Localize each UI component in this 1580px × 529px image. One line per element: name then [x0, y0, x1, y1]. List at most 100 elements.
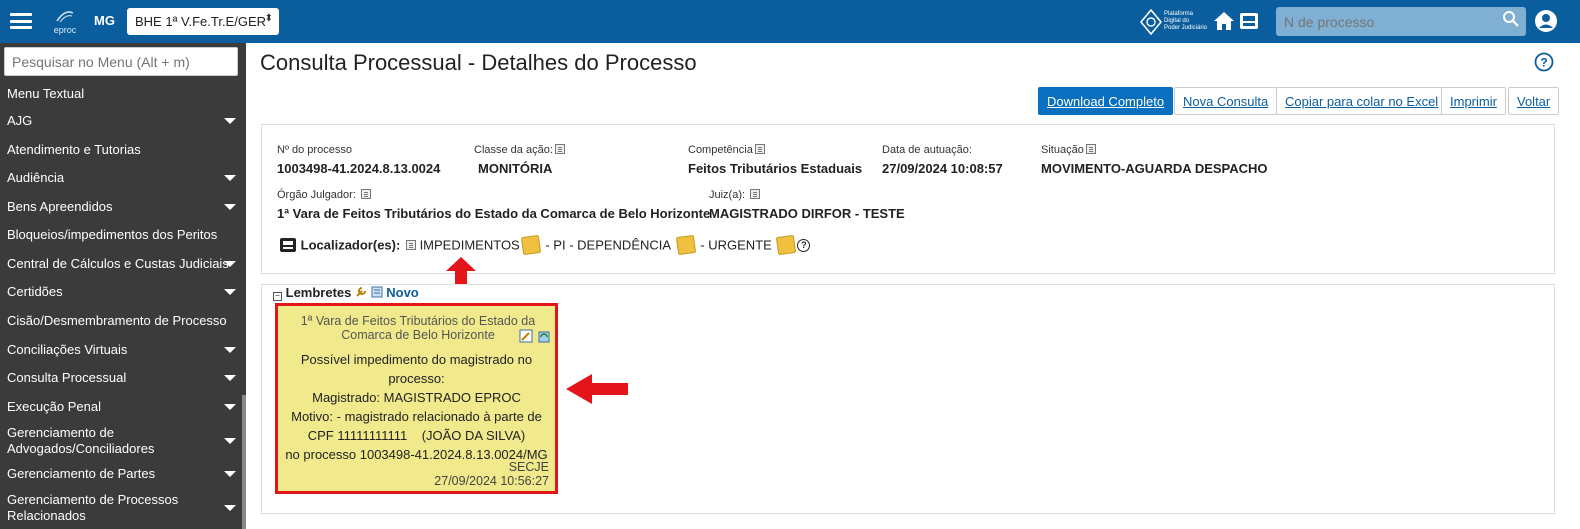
wrench-icon[interactable] [355, 286, 367, 298]
question-icon[interactable]: ? [797, 238, 811, 252]
eproc-logo[interactable]: eproc [50, 7, 80, 37]
reminder-timestamp: 27/09/2024 10:56:27 [434, 474, 549, 488]
juiz-label: Juiz(a): [709, 189, 761, 201]
caret-down-icon [224, 438, 236, 444]
sidebar-item-bloqueios[interactable]: Bloqueios/impedimentos dos Peritos [0, 227, 242, 243]
sidebar-item-label: Bloqueios/impedimentos dos Peritos [7, 227, 218, 242]
sidebar-item-label: Bens Apreendidos [7, 199, 113, 214]
collapse-icon[interactable]: − [273, 292, 282, 301]
lembretes-title: Lembretes [285, 285, 352, 300]
pdpj-logo[interactable]: Plataforma Digital do Poder Judiciário [1139, 8, 1210, 36]
data-autuacao-value: 27/09/2024 10:08:57 [882, 161, 1003, 176]
sidebar-item-atendimento[interactable]: Atendimento e Tutorias [0, 142, 242, 158]
sticky-note-icon[interactable] [520, 234, 541, 256]
note-icon[interactable] [554, 144, 565, 154]
sidebar-item-label: Audiência [7, 170, 65, 185]
process-number-search-input[interactable] [1276, 7, 1526, 36]
orgao-label: Órgão Julgador: [277, 189, 371, 201]
sidebar-scrollbar[interactable] [242, 395, 246, 529]
lembretes-header: − Lembretes Novo [273, 285, 419, 301]
sidebar: Menu Textual AJG Atendimento e Tutorias … [0, 43, 246, 529]
hamburger-menu-icon[interactable] [10, 13, 32, 29]
sidebar-item-consulta-processual[interactable]: Consulta Processual [0, 370, 242, 386]
reminder-line-4: Motivo: - magistrado relacionado à parte… [291, 409, 542, 424]
reminder-line-3: Magistrado: MAGISTRADO EPROC [312, 390, 521, 405]
juiz-value: MAGISTRADO DIRFOR - TESTE [709, 206, 905, 221]
sidebar-item-gerenciamento-partes[interactable]: Gerenciamento de Partes [0, 466, 242, 482]
menu-search-input[interactable] [4, 47, 238, 76]
situacao-value: MOVIMENTO-AGUARDA DESPACHO [1041, 161, 1268, 176]
note-icon[interactable] [405, 240, 416, 250]
caret-down-icon [224, 347, 236, 353]
edit-icon[interactable] [519, 329, 533, 343]
eproc-logo-text: eproc [53, 25, 77, 35]
situacao-label: Situação [1041, 144, 1096, 156]
reminder-footer: SECJE 27/09/2024 10:56:27 [434, 460, 549, 488]
page-title: Consulta Processual - Detalhes do Proces… [260, 50, 697, 75]
reminder-line-1: Possível impedimento do magistrado no [300, 352, 533, 367]
reminder-line-2: processo: [388, 371, 445, 386]
sidebar-item-label: Gerenciamento de Advogados/Conciliadores [7, 425, 155, 456]
reminder-line-5: CPF 11111111111 (JOÃO DA SILVA) [307, 428, 526, 443]
sidebar-item-certidoes[interactable]: Certidões [0, 284, 242, 300]
user-account-icon[interactable] [1534, 9, 1558, 33]
caret-down-icon [224, 471, 236, 477]
reminder-sector: SECJE [508, 460, 549, 474]
download-completo-button[interactable]: Download Completo [1038, 87, 1174, 115]
sidebar-item-label: Atendimento e Tutorias [7, 142, 141, 157]
reminder-note: 1ª Vara de Feitos Tributários do Estado … [275, 303, 558, 494]
caret-down-icon [224, 375, 236, 381]
inbox-tray-icon [280, 238, 296, 252]
search-icon[interactable] [1502, 10, 1520, 28]
sidebar-item-cisao[interactable]: Cisão/Desmembramento de Processo [0, 313, 242, 329]
copiar-excel-button[interactable]: Copiar para colar no Excel [1276, 87, 1448, 115]
pdpj-logo-icon [1139, 8, 1163, 36]
sidebar-item-gerenciamento-processos[interactable]: Gerenciamento de Processos Relacionados [0, 492, 242, 524]
sticky-note-icon[interactable] [675, 234, 696, 256]
note-icon[interactable] [360, 189, 371, 199]
sidebar-item-label: Consulta Processual [7, 370, 127, 385]
nova-consulta-button[interactable]: Nova Consulta [1174, 87, 1278, 115]
sidebar-item-label: Menu Textual [7, 86, 85, 101]
sidebar-item-gerenciamento-advogados[interactable]: Gerenciamento de Advogados/Conciliadores [0, 425, 242, 457]
select-arrows-icon: ⬍ [264, 13, 273, 24]
competencia-value: Feitos Tributários Estaduais [688, 161, 863, 176]
sidebar-item-central-calculos[interactable]: Central de Cálculos e Custas Judiciais [0, 256, 242, 272]
sidebar-item-audiencia[interactable]: Audiência [0, 170, 242, 186]
sticky-note-icon[interactable] [776, 234, 797, 256]
unit-select[interactable]: BHE 1ª V.Fe.Tr.E/GER ⬍ [127, 8, 279, 35]
data-autuacao-label: Data de autuação: [882, 144, 972, 156]
sidebar-item-label: AJG [7, 113, 33, 128]
help-icon[interactable]: ? [1534, 52, 1554, 72]
localizador-pi-dependencia[interactable]: - PI - DEPENDÊNCIA [545, 238, 671, 253]
reminder-tools [519, 329, 551, 343]
reminder-body: Possível impedimento do magistrado no pr… [284, 350, 549, 464]
sidebar-item-label: Gerenciamento de Processos Relacionados [7, 492, 179, 523]
localizador-urgente[interactable]: - URGENTE [700, 238, 772, 253]
localizadores-row: Localizador(es): IMPEDIMENTOS - PI - DEP… [279, 234, 811, 258]
novo-lembrete-link[interactable]: Novo [386, 285, 419, 300]
recycle-icon[interactable] [537, 329, 551, 343]
new-document-icon [371, 286, 383, 298]
sidebar-item-execucao-penal[interactable]: Execução Penal [0, 399, 242, 415]
process-details-card: Nº do processo 1003498-41.2024.8.13.0024… [261, 124, 1555, 274]
top-bar: eproc MG BHE 1ª V.Fe.Tr.E/GER ⬍ Platafor… [0, 0, 1580, 43]
voltar-button[interactable]: Voltar [1508, 87, 1560, 115]
sidebar-item-ajg[interactable]: AJG [0, 113, 242, 129]
home-icon[interactable] [1212, 9, 1236, 33]
unit-select-value: BHE 1ª V.Fe.Tr.E/GER [135, 14, 267, 29]
note-icon[interactable] [750, 189, 761, 199]
localizador-impedimentos[interactable]: IMPEDIMENTOS [420, 238, 520, 253]
reminder-org: 1ª Vara de Feitos Tributários do Estado … [300, 314, 536, 342]
sidebar-item-conciliacoes[interactable]: Conciliações Virtuais [0, 342, 242, 358]
inbox-tray-icon[interactable] [1238, 10, 1260, 32]
localizador-label: Localizador(es): [300, 237, 401, 253]
caret-down-icon [224, 118, 236, 124]
note-icon[interactable] [754, 144, 765, 154]
imprimir-button[interactable]: Imprimir [1441, 87, 1506, 115]
note-icon[interactable] [1085, 144, 1096, 154]
caret-down-icon [224, 505, 236, 511]
sidebar-item-menu-textual[interactable]: Menu Textual [0, 86, 242, 102]
orgao-value: 1ª Vara de Feitos Tributários do Estado … [277, 206, 711, 221]
sidebar-item-bens-apreendidos[interactable]: Bens Apreendidos [0, 199, 242, 215]
